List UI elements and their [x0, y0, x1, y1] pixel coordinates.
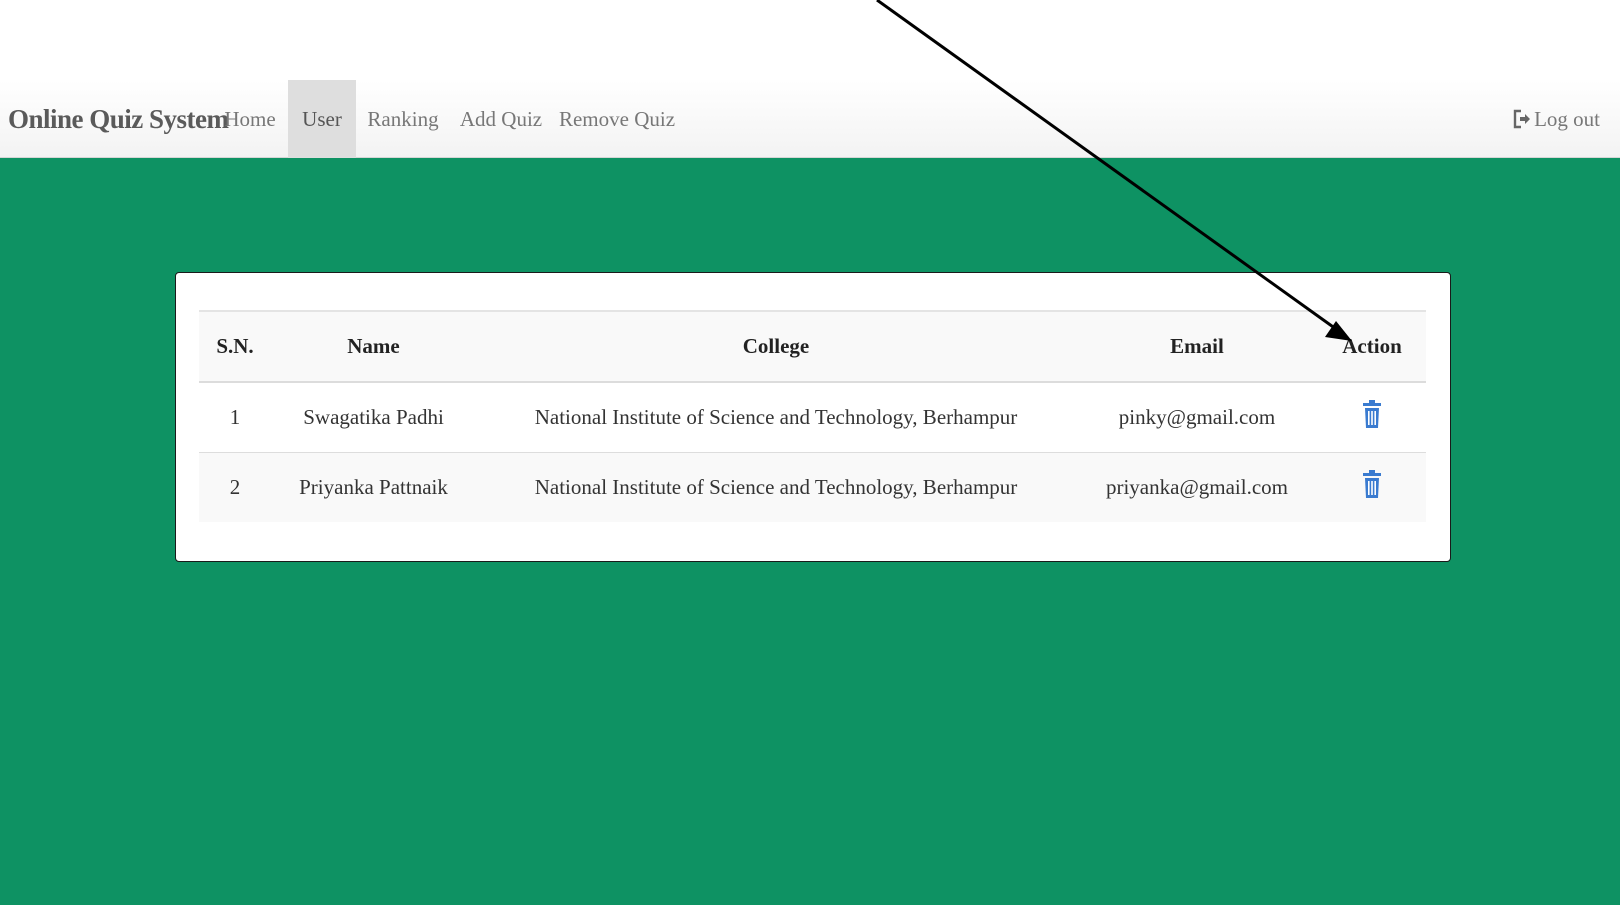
- logout-link[interactable]: Log out: [1512, 80, 1600, 158]
- cell-college: National Institute of Science and Techno…: [534, 474, 1018, 499]
- brand-title[interactable]: Online Quiz System: [8, 80, 229, 158]
- cell-name: Swagatika Padhi: [303, 404, 444, 429]
- nav-add-quiz[interactable]: Add Quiz: [456, 80, 546, 158]
- header-action: Action: [1318, 311, 1426, 383]
- cell-action: [1318, 452, 1426, 522]
- top-blank-area: [0, 0, 1620, 80]
- header-sn: S.N.: [199, 311, 271, 383]
- header-college: College: [476, 311, 1076, 383]
- cell-name: Priyanka Pattnaik: [299, 474, 448, 499]
- table-row: 1 Swagatika Padhi National Institute of …: [199, 382, 1426, 452]
- header-email: Email: [1076, 311, 1318, 383]
- nav-ranking[interactable]: Ranking: [361, 80, 445, 158]
- nav-user[interactable]: User: [288, 80, 356, 158]
- cell-action: [1318, 382, 1426, 452]
- user-table-panel: S.N. Name College Email Action 1 Swagati…: [175, 272, 1451, 562]
- cell-email: pinky@gmail.com: [1118, 404, 1276, 429]
- trash-icon[interactable]: [1362, 399, 1382, 435]
- table-row: 2 Priyanka Pattnaik National Institute o…: [199, 452, 1426, 522]
- cell-sn: 2: [229, 474, 241, 499]
- log-out-icon: [1512, 108, 1532, 130]
- navbar: Online Quiz System Home User Ranking Add…: [0, 80, 1620, 158]
- cell-college: National Institute of Science and Techno…: [534, 404, 1018, 429]
- table-header-row: S.N. Name College Email Action: [199, 311, 1426, 383]
- user-table: S.N. Name College Email Action 1 Swagati…: [199, 310, 1426, 522]
- logout-label: Log out: [1534, 107, 1600, 131]
- nav-remove-quiz[interactable]: Remove Quiz: [558, 80, 676, 158]
- trash-icon[interactable]: [1362, 469, 1382, 505]
- nav-home[interactable]: Home: [217, 80, 283, 158]
- header-name: Name: [271, 311, 476, 383]
- cell-email: priyanka@gmail.com: [1105, 474, 1289, 499]
- cell-sn: 1: [229, 404, 241, 429]
